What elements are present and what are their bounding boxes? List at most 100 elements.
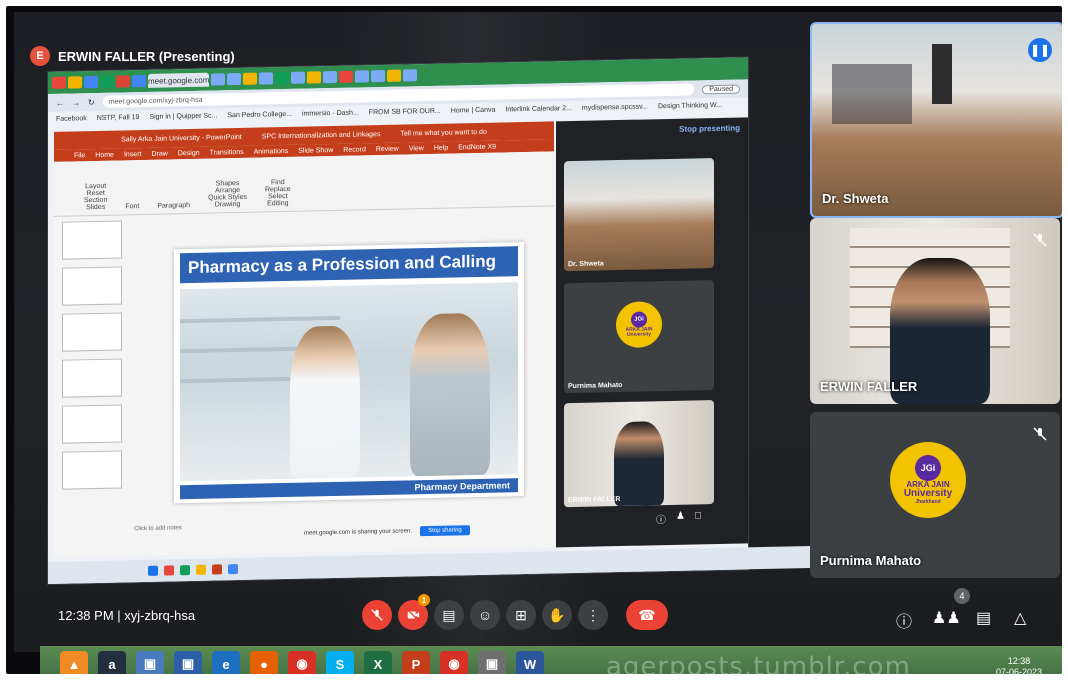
- people-icon[interactable]: ♟: [676, 511, 685, 526]
- menu-item[interactable]: File: [74, 152, 85, 159]
- slide-thumbnail[interactable]: [62, 450, 122, 490]
- browser-tab[interactable]: [259, 72, 274, 85]
- powerpoint-icon[interactable]: P: [402, 651, 430, 674]
- powerpoint-app-title: SPC Internationalization and Linkages: [261, 130, 381, 141]
- participant-tile[interactable]: ERWIN FALLER: [810, 218, 1060, 404]
- activities-icon[interactable]: △: [1014, 608, 1026, 628]
- browser-tab[interactable]: [323, 70, 338, 84]
- reactions-badge: 1: [418, 594, 430, 606]
- participant-tile[interactable]: ❚❚ Dr. Shweta: [810, 22, 1062, 218]
- browser-tab[interactable]: [243, 72, 258, 85]
- menu-item[interactable]: Animations: [254, 147, 289, 155]
- back-icon[interactable]: ←: [56, 98, 64, 107]
- profile-status[interactable]: Paused: [702, 84, 740, 94]
- slide-canvas[interactable]: Pharmacy as a Profession and Calling Pha…: [174, 242, 524, 504]
- bookmark-item[interactable]: San Pedro College...: [227, 110, 292, 118]
- bookmark-item[interactable]: FROM SB FOR OUR...: [369, 107, 441, 116]
- word-icon[interactable]: W: [516, 651, 544, 674]
- menu-item[interactable]: Insert: [124, 151, 142, 158]
- browser-tab[interactable]: [211, 73, 226, 86]
- slide-thumbnail[interactable]: [62, 266, 122, 306]
- mic-toggle-button[interactable]: [362, 600, 392, 630]
- skype-icon[interactable]: S: [326, 651, 354, 674]
- raise-hand-button[interactable]: ✋: [542, 600, 572, 630]
- emoji-button[interactable]: ☺: [470, 600, 500, 630]
- browser-tab[interactable]: [371, 69, 386, 83]
- captions-button[interactable]: ▤: [434, 600, 464, 630]
- browser-tab[interactable]: [84, 75, 98, 89]
- people-icon[interactable]: ♟♟: [932, 608, 961, 628]
- bookmark-item[interactable]: Home | Canva: [451, 106, 496, 114]
- taskbar-app-icon[interactable]: [212, 564, 222, 575]
- present-button[interactable]: ⊞: [506, 600, 536, 630]
- notes-placeholder[interactable]: Click to add notes: [134, 525, 182, 532]
- info-icon[interactable]: ⓘ: [896, 608, 912, 632]
- share-notice-bar: meet.google.com is sharing your screen. …: [304, 525, 470, 538]
- more-options-button[interactable]: ⋮: [578, 600, 608, 630]
- browser-tab[interactable]: [68, 76, 82, 89]
- menu-item[interactable]: Design: [178, 149, 200, 156]
- menu-item[interactable]: Record: [343, 146, 366, 153]
- browser-tab[interactable]: [100, 75, 114, 88]
- menu-item[interactable]: Help: [434, 144, 448, 151]
- bookmark-item[interactable]: NSTP, Fall 19: [97, 114, 140, 122]
- browser-tab[interactable]: [116, 75, 130, 88]
- chat-icon[interactable]: □: [695, 510, 701, 525]
- taskbar-app-icon[interactable]: ▣: [174, 651, 202, 674]
- browser-active-tab[interactable]: meet.google.com: [148, 72, 210, 88]
- taskbar-app-icon[interactable]: [164, 565, 174, 576]
- stop-sharing-button[interactable]: Stop sharing: [420, 525, 470, 537]
- reload-icon[interactable]: ↻: [88, 98, 95, 107]
- vlc-icon[interactable]: ▲: [60, 651, 88, 674]
- powerpoint-file-title: Sally Arka Jain University - PowerPoint: [121, 133, 242, 143]
- slide-thumbnail[interactable]: [62, 404, 122, 444]
- excel-icon[interactable]: X: [364, 651, 392, 674]
- slide-thumbnail[interactable]: [62, 312, 122, 352]
- chrome-icon[interactable]: ◉: [440, 651, 468, 674]
- bookmark-item[interactable]: immersio - Dash...: [302, 109, 359, 117]
- browser-tab[interactable]: [307, 71, 322, 84]
- bookmark-item[interactable]: Interlink Calendar 2...: [505, 105, 572, 113]
- browser-tab[interactable]: [339, 70, 354, 83]
- forward-icon[interactable]: →: [72, 98, 80, 107]
- meet-window: E ERWIN FALLER (Presenting) meet.google.…: [14, 12, 1062, 652]
- menu-item[interactable]: View: [409, 145, 424, 152]
- menu-item[interactable]: Review: [376, 145, 399, 152]
- browser-tab[interactable]: [387, 69, 402, 82]
- bookmark-item[interactable]: mydispense.spcssv...: [582, 103, 648, 111]
- bookmark-item[interactable]: Design Thinking W...: [658, 101, 722, 109]
- browser-tab[interactable]: [355, 70, 370, 83]
- taskbar-app-icon[interactable]: [228, 564, 238, 575]
- slide-thumbnail[interactable]: [62, 220, 122, 260]
- browser-tab[interactable]: [52, 76, 66, 89]
- taskbar-app-icon[interactable]: [180, 565, 190, 576]
- browser-tab[interactable]: [291, 71, 306, 84]
- edge-icon[interactable]: e: [212, 651, 240, 674]
- amazon-icon[interactable]: a: [98, 651, 126, 674]
- menu-item[interactable]: Draw: [151, 150, 167, 157]
- menu-item[interactable]: Transitions: [210, 148, 244, 156]
- start-icon[interactable]: [148, 565, 158, 576]
- chat-icon[interactable]: ▤: [976, 608, 991, 628]
- info-icon[interactable]: ⓘ: [656, 511, 666, 526]
- menu-item[interactable]: Slide Show: [298, 147, 333, 155]
- taskbar-app-icon[interactable]: [196, 564, 206, 575]
- browser-tab[interactable]: [275, 71, 290, 85]
- hangup-button[interactable]: ☎: [626, 600, 668, 630]
- bookmark-item[interactable]: Sign in | Quipper Sc...: [149, 112, 217, 120]
- menu-item[interactable]: Home: [95, 151, 114, 158]
- chrome-icon[interactable]: ◉: [288, 651, 316, 674]
- menu-item[interactable]: EndNote X9: [458, 143, 496, 151]
- browser-tab[interactable]: [132, 74, 146, 88]
- taskbar-app-icon[interactable]: ▣: [478, 651, 506, 674]
- firefox-icon[interactable]: ●: [250, 651, 278, 674]
- taskbar-app-icon[interactable]: ▣: [136, 651, 164, 674]
- mic-off-icon: [371, 609, 383, 621]
- browser-tab[interactable]: [227, 72, 242, 86]
- participant-tile[interactable]: JGi ARKA JAIN University Jharkhand Purni…: [810, 412, 1060, 578]
- stop-presenting-button[interactable]: Stop presenting: [679, 124, 740, 134]
- bookmark-item[interactable]: Facebook: [56, 115, 87, 123]
- slide-thumbnail[interactable]: [62, 358, 122, 398]
- tell-me-box[interactable]: Tell me what you want to do: [400, 128, 486, 137]
- browser-tab[interactable]: [403, 69, 418, 82]
